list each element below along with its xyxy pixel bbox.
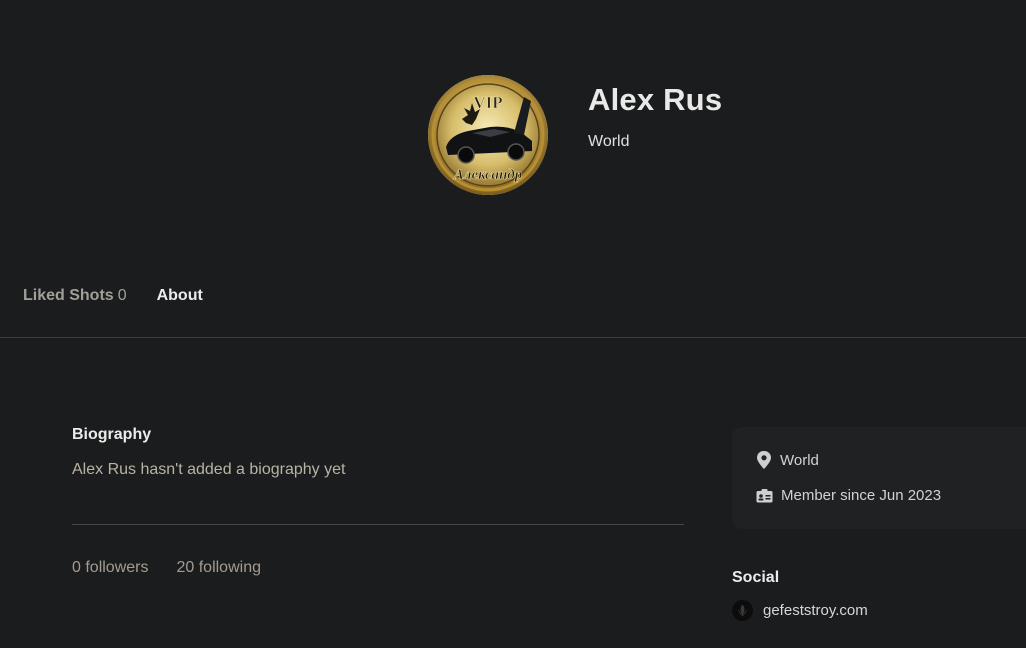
biography-text: Alex Rus hasn't added a biography yet bbox=[72, 461, 346, 478]
map-pin-icon bbox=[756, 451, 772, 469]
profile-name: Alex Rus bbox=[588, 82, 723, 117]
info-member-since: Member since Jun 2023 bbox=[756, 487, 941, 504]
profile-page: VIP Александр Alex Rus World Liked Shots… bbox=[0, 0, 1026, 648]
tabs-divider bbox=[0, 337, 1026, 338]
avatar-badge-text: VIP bbox=[473, 93, 502, 112]
avatar[interactable]: VIP Александр bbox=[428, 75, 548, 195]
tab-label: About bbox=[156, 287, 203, 304]
website-icon bbox=[732, 600, 753, 621]
profile-tabs: Liked Shots 0 About bbox=[23, 287, 203, 305]
follow-stats: 0 followers 20 following bbox=[72, 559, 261, 577]
info-location: World bbox=[756, 451, 819, 469]
tab-liked-shots[interactable]: Liked Shots 0 bbox=[23, 287, 127, 305]
following-link[interactable]: 20 following bbox=[176, 559, 261, 577]
info-member-since-text: Member since Jun 2023 bbox=[781, 487, 942, 504]
profile-location: World bbox=[588, 133, 630, 150]
biography-divider bbox=[72, 524, 684, 525]
avatar-image: VIP Александр bbox=[428, 75, 548, 195]
social-link-website[interactable]: gefeststroy.com bbox=[732, 600, 868, 621]
info-location-text: World bbox=[780, 451, 819, 469]
followers-link[interactable]: 0 followers bbox=[72, 559, 148, 577]
social-link-label: gefeststroy.com bbox=[763, 602, 868, 619]
social-heading: Social bbox=[732, 569, 780, 586]
tab-about[interactable]: About bbox=[157, 287, 203, 305]
profile-info-card: World Member since Jun 2023 bbox=[732, 427, 1026, 529]
tab-count: 0 bbox=[117, 287, 127, 304]
tab-label: Liked Shots bbox=[23, 287, 114, 304]
avatar-caption: Александр bbox=[453, 167, 523, 183]
biography-heading: Biography bbox=[72, 426, 152, 443]
id-card-icon bbox=[756, 488, 773, 503]
